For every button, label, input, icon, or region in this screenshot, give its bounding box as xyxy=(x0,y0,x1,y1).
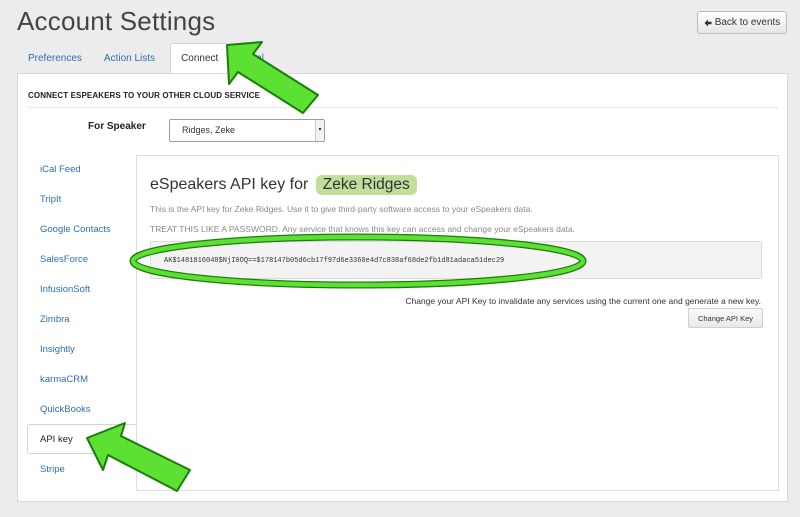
tab-portal[interactable]: t Portal xyxy=(229,43,275,73)
api-key-heading: eSpeakers API key for Zeke Ridges xyxy=(150,175,417,195)
back-to-events-button[interactable]: Back to events xyxy=(697,11,787,34)
sidebar-item-api-key[interactable]: API key xyxy=(27,424,137,454)
tab-action-lists[interactable]: Action Lists xyxy=(93,43,166,73)
select-arrow-icon: ▾ xyxy=(315,120,324,141)
api-heading-prefix: eSpeakers API key for xyxy=(150,176,309,193)
arrow-left-icon xyxy=(704,19,712,26)
speaker-select[interactable]: Ridges, Zeke ▾ xyxy=(169,119,325,142)
page-title: Account Settings xyxy=(17,6,216,36)
change-key-note: Change your API Key to invalidate any se… xyxy=(405,296,761,306)
service-sidebar: iCal Feed TripIt Google Contacts SalesFo… xyxy=(27,154,137,484)
change-api-key-button[interactable]: Change API Key xyxy=(688,308,763,328)
api-key-field[interactable]: AK$1481816048$NjI0OQ==$178147b05d6cb17f9… xyxy=(150,241,762,279)
sidebar-item-google-contacts[interactable]: Google Contacts xyxy=(27,214,137,244)
sidebar-item-quickbooks[interactable]: QuickBooks xyxy=(27,394,137,424)
connect-panel: CONNECT ESPEAKERS TO YOUR OTHER CLOUD SE… xyxy=(17,73,788,502)
tab-preferences[interactable]: Preferences xyxy=(17,43,93,73)
api-warning: TREAT THIS LIKE A PASSWORD. Any service … xyxy=(150,224,576,234)
sidebar-item-salesforce[interactable]: SalesForce xyxy=(27,244,137,274)
sidebar-item-karmacrm[interactable]: karmaCRM xyxy=(27,364,137,394)
sidebar-item-zimbra[interactable]: Zimbra xyxy=(27,304,137,334)
tab-connect[interactable]: Connect xyxy=(170,43,230,73)
api-key-value: AK$1481816048$NjI0OQ==$178147b05d6cb17f9… xyxy=(164,257,505,265)
sidebar-item-stripe[interactable]: Stripe xyxy=(27,454,137,484)
settings-tabs: Preferences Action Lists Connect t Porta… xyxy=(17,43,275,73)
sidebar-item-insightly[interactable]: Insightly xyxy=(27,334,137,364)
sidebar-item-infusionsoft[interactable]: InfusionSoft xyxy=(27,274,137,304)
section-divider xyxy=(28,107,777,108)
for-speaker-label: For Speaker xyxy=(88,121,146,132)
back-to-events-label: Back to events xyxy=(714,17,781,28)
api-key-content: eSpeakers API key for Zeke Ridges This i… xyxy=(136,155,779,491)
sidebar-item-tripit[interactable]: TripIt xyxy=(27,184,137,214)
sidebar-item-ical-feed[interactable]: iCal Feed xyxy=(27,154,137,184)
section-title: CONNECT ESPEAKERS TO YOUR OTHER CLOUD SE… xyxy=(28,91,261,100)
api-description: This is the API key for Zeke Ridges. Use… xyxy=(150,204,533,214)
speaker-name-badge: Zeke Ridges xyxy=(315,175,417,195)
speaker-select-value: Ridges, Zeke xyxy=(182,125,236,135)
